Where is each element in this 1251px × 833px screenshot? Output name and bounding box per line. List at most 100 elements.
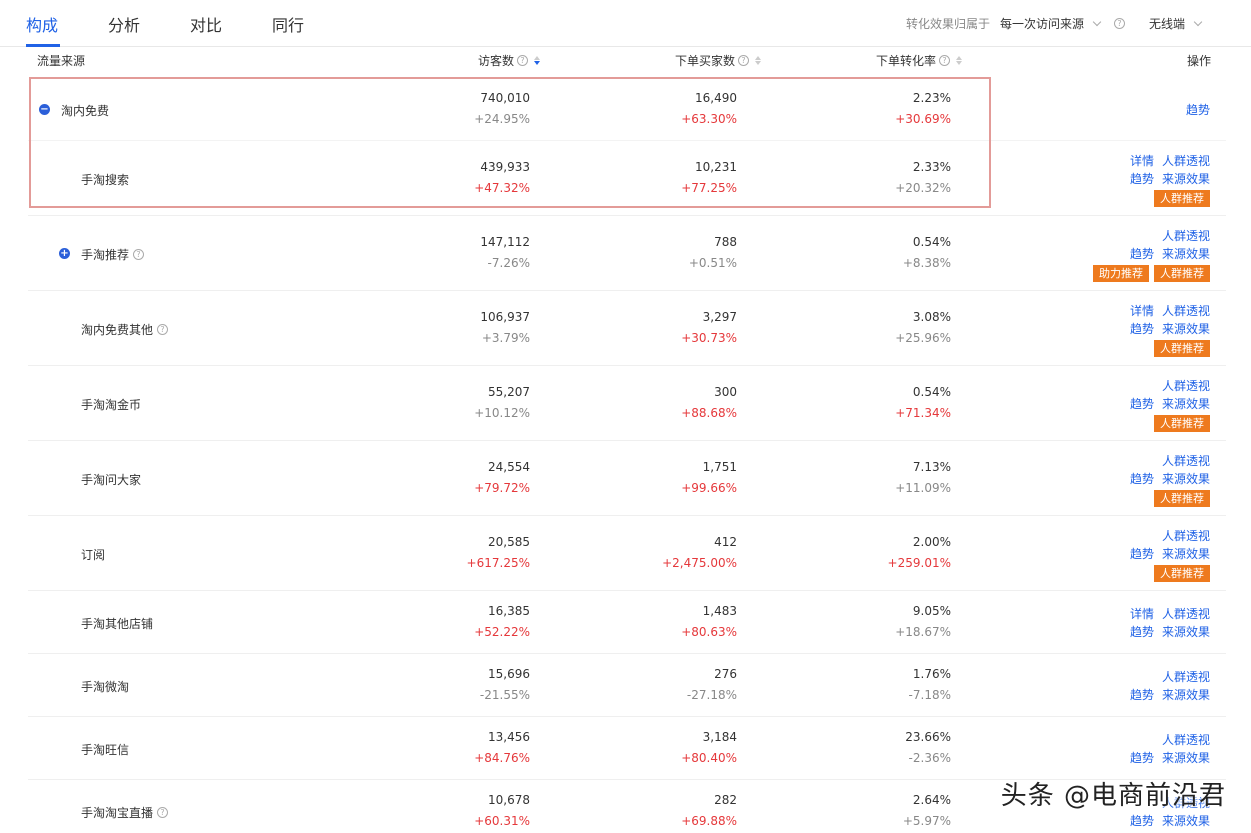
sort-icon[interactable] <box>755 56 762 65</box>
action-link[interactable]: 来源效果 <box>1162 814 1210 828</box>
buyers-change: -27.18% <box>686 687 737 702</box>
action-link[interactable]: 来源效果 <box>1162 625 1210 639</box>
visitors-value: 10,678 <box>488 792 530 807</box>
help-icon[interactable]: ? <box>517 55 529 66</box>
table-row: 淘内免费其他? 106,937 +3.79% 3,297 +30.73% 3.08% +25… <box>28 291 1226 366</box>
help-icon[interactable]: ? <box>157 323 169 335</box>
visitors-value: 16,385 <box>488 603 530 618</box>
action-link[interactable]: 趋势 <box>1130 322 1154 336</box>
action-button[interactable]: 人群推荐 <box>1154 489 1210 507</box>
action-link[interactable]: 趋势 <box>1130 751 1154 765</box>
action-link[interactable]: 趋势 <box>1130 625 1154 639</box>
buyers-change: +88.68% <box>681 405 737 420</box>
device-select[interactable]: 无线端 <box>1149 15 1185 32</box>
action-link[interactable]: 人群透视 <box>1162 607 1210 621</box>
conversion-value: 2.23% <box>912 90 951 105</box>
attribution-select[interactable]: 每一次访问来源 <box>1000 15 1084 32</box>
buyers-change: +69.88% <box>681 813 737 828</box>
action-link[interactable]: 来源效果 <box>1162 472 1210 486</box>
table-row: 手淘微淘 15,696 -21.55% 276 -27.18% 1.76% -7.18% 人群… <box>28 654 1226 717</box>
action-link[interactable]: 来源效果 <box>1162 547 1210 561</box>
help-icon[interactable]: ? <box>157 806 169 818</box>
collapse-icon[interactable]: − <box>39 103 50 115</box>
action-link[interactable]: 来源效果 <box>1162 688 1210 702</box>
action-link[interactable]: 来源效果 <box>1162 247 1210 261</box>
actions-cell: 趋势 <box>1178 101 1210 119</box>
buyers-change: +30.73% <box>681 330 737 345</box>
source-cell: 手淘搜索 <box>81 171 129 188</box>
action-link[interactable]: 趋势 <box>1130 247 1154 261</box>
actions-cell: 详情 人群透视 趋势 来源效果人群推荐 <box>1122 152 1210 207</box>
sort-icon[interactable] <box>534 56 541 65</box>
action-link[interactable]: 趋势 <box>1130 814 1154 828</box>
action-link[interactable]: 来源效果 <box>1162 751 1210 765</box>
action-link[interactable]: 人群透视 <box>1162 229 1210 243</box>
action-link[interactable]: 人群透视 <box>1162 529 1210 543</box>
action-link[interactable]: 趋势 <box>1130 688 1154 702</box>
action-line: 人群透视 <box>1122 377 1210 395</box>
action-button[interactable]: 人群推荐 <box>1154 339 1210 357</box>
conversion-cell: 1.76% -7.18% <box>909 664 951 706</box>
help-icon[interactable]: ? <box>738 55 750 66</box>
expand-icon[interactable]: + <box>59 247 70 259</box>
action-link[interactable]: 趋势 <box>1130 547 1154 561</box>
actions-cell: 详情 人群透视 趋势 来源效果 <box>1122 605 1210 641</box>
visitors-cell: 439,933 +47.32% <box>474 157 530 199</box>
action-line: 人群透视 <box>1122 452 1210 470</box>
action-link[interactable]: 趋势 <box>1186 103 1210 117</box>
action-link[interactable]: 趋势 <box>1130 172 1154 186</box>
action-line: 人群透视 <box>1122 731 1210 749</box>
table-row: + 手淘推荐? 147,112 -7.26% 788 +0.51% 0.54% +8.38% 人… <box>28 216 1226 291</box>
conversion-cell: 23.66% -2.36% <box>905 727 951 769</box>
action-link[interactable]: 人群透视 <box>1162 304 1210 318</box>
action-button[interactable]: 人群推荐 <box>1154 189 1210 207</box>
header-buyers[interactable]: 下单买家数 ? <box>675 52 762 69</box>
action-button[interactable]: 助力推荐 <box>1093 264 1149 282</box>
actions-cell: 人群透视 趋势 来源效果人群推荐 <box>1122 377 1210 432</box>
action-link[interactable]: 人群透视 <box>1162 454 1210 468</box>
sort-icon[interactable] <box>956 56 963 65</box>
visitors-cell: 15,696 -21.55% <box>480 664 530 706</box>
header-conversion[interactable]: 下单转化率 ? <box>876 52 963 69</box>
action-link[interactable]: 人群透视 <box>1162 670 1210 684</box>
action-line: 趋势 来源效果 <box>1122 320 1210 338</box>
header-visitors[interactable]: 访客数 ? <box>478 52 541 69</box>
table-row: 手淘淘金币 55,207 +10.12% 300 +88.68% 0.54% +71.34%… <box>28 366 1226 441</box>
buyers-change: +80.63% <box>681 624 737 639</box>
buyers-change: +63.30% <box>681 111 737 126</box>
source-label: 手淘搜索 <box>81 172 130 187</box>
help-icon[interactable]: ? <box>1113 18 1125 29</box>
help-icon[interactable]: ? <box>133 248 145 260</box>
action-link[interactable]: 来源效果 <box>1162 397 1210 411</box>
action-link[interactable]: 人群透视 <box>1162 154 1210 168</box>
action-link[interactable]: 人群透视 <box>1162 733 1210 747</box>
action-button-line: 人群推荐 <box>1122 339 1210 357</box>
action-button[interactable]: 人群推荐 <box>1154 564 1210 582</box>
action-link[interactable]: 详情 <box>1130 154 1154 168</box>
visitors-change: +47.32% <box>474 180 530 195</box>
action-button[interactable]: 人群推荐 <box>1154 414 1210 432</box>
conversion-cell: 0.54% +71.34% <box>895 382 951 424</box>
action-link[interactable]: 趋势 <box>1130 472 1154 486</box>
tab-peers[interactable]: 同行 <box>272 12 304 36</box>
action-link[interactable]: 来源效果 <box>1162 322 1210 336</box>
action-link[interactable]: 趋势 <box>1130 397 1154 411</box>
action-link[interactable]: 来源效果 <box>1162 172 1210 186</box>
tab-compare[interactable]: 对比 <box>190 12 222 36</box>
table-row: 手淘搜索 439,933 +47.32% 10,231 +77.25% 2.33% +20.… <box>28 141 1226 216</box>
action-link[interactable]: 详情 <box>1130 304 1154 318</box>
action-link[interactable]: 人群透视 <box>1162 379 1210 393</box>
tab-analysis[interactable]: 分析 <box>108 12 140 36</box>
buyers-value: 3,184 <box>702 729 737 744</box>
tab-composition[interactable]: 构成 <box>26 12 58 36</box>
buyers-value: 3,297 <box>702 309 737 324</box>
action-link[interactable]: 详情 <box>1130 607 1154 621</box>
help-icon[interactable]: ? <box>939 55 951 66</box>
buyers-cell: 276 -27.18% <box>687 664 737 706</box>
conversion-change: +18.67% <box>895 624 951 639</box>
conversion-cell: 2.64% +5.97% <box>903 790 951 832</box>
chevron-down-icon[interactable] <box>1092 17 1102 27</box>
action-button[interactable]: 人群推荐 <box>1154 264 1210 282</box>
chevron-down-icon[interactable] <box>1193 17 1203 27</box>
header-actions: 操作 <box>1187 54 1212 68</box>
